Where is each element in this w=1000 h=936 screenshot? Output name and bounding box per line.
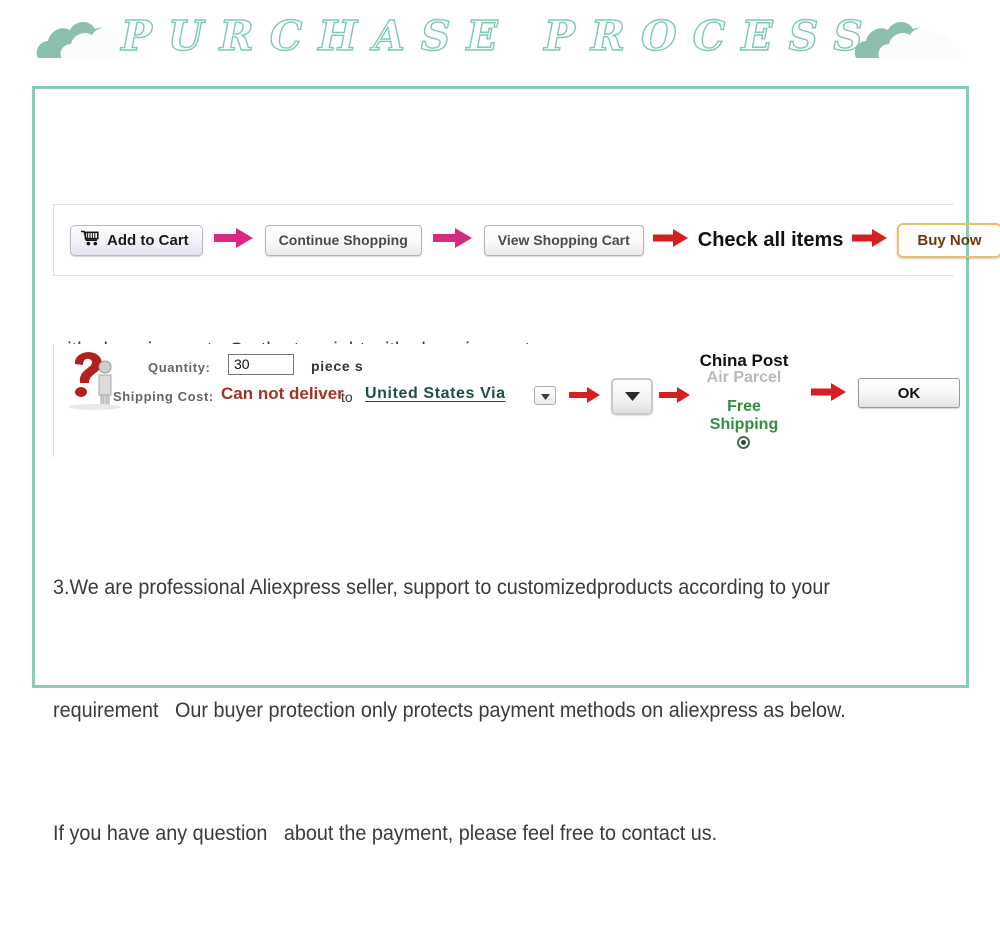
continue-shopping-button[interactable]: Continue Shopping — [264, 224, 422, 256]
arrow-red-4 — [659, 386, 691, 409]
cart-flow-screenshot: Add to Cart Continue Shopping View Shopp… — [53, 204, 1000, 276]
shipping-carrier-subtitle: Air Parcel — [706, 369, 782, 386]
cloud-decoration-right — [850, 14, 968, 62]
quantity-input[interactable]: 30 — [228, 354, 294, 375]
view-shopping-cart-button[interactable]: View Shopping Cart — [483, 224, 644, 256]
free-shipping-label: Free Shipping — [709, 398, 779, 433]
buy-now-label: Buy Now — [917, 231, 982, 249]
cannot-deliver-text: Can not deliver — [221, 384, 344, 403]
step-3-line-1: 3.We are professional Aliexpress seller,… — [53, 575, 830, 599]
shipping-method-dropdown[interactable] — [611, 378, 653, 415]
buy-now-button[interactable]: Buy Now — [897, 222, 1000, 258]
to-text: to — [341, 389, 353, 405]
check-all-items-label: Check all items — [697, 228, 844, 251]
step-3-text: 3.We are professional Aliexpress seller,… — [53, 485, 881, 936]
continue-shopping-label: Continue Shopping — [278, 232, 408, 248]
arrow-pink-1 — [213, 227, 254, 254]
shipping-flow-screenshot: Quantity: 30 piece s Shipping Cost: Can … — [53, 344, 960, 457]
step-3-line-3: If you have any question about the payme… — [53, 821, 718, 845]
page-title: PURCHASE PROCESS — [120, 12, 879, 60]
step-3-line-2: requirement Our buyer protection only pr… — [53, 698, 846, 722]
country-via-link[interactable]: United States Via — [365, 385, 506, 403]
content-panel: 1.please click "view my store" or "view … — [32, 86, 1000, 845]
chevron-down-icon — [624, 388, 640, 406]
radio-selected-icon[interactable] — [737, 436, 750, 449]
shopping-cart-icon — [80, 230, 100, 250]
arrow-red-3 — [569, 386, 601, 409]
chevron-down-icon — [540, 387, 550, 405]
view-shopping-cart-label: View Shopping Cart — [497, 232, 630, 248]
shipping-carrier-title: China Post — [699, 351, 789, 370]
divider-left — [53, 204, 54, 276]
add-to-cart-label: Add to Cart — [107, 231, 189, 249]
question-mark-figure-icon — [65, 350, 123, 417]
arrow-red-2 — [852, 228, 888, 253]
shipping-cost-label: Shipping Cost: — [113, 389, 214, 404]
quantity-unit-label: piece s — [311, 358, 364, 374]
arrow-red-5 — [811, 382, 847, 407]
ok-button[interactable]: OK — [858, 378, 960, 408]
country-dropdown-small[interactable] — [534, 386, 556, 405]
page-header: PURCHASE PROCESS — [0, 0, 1000, 86]
arrow-red-1 — [652, 228, 689, 253]
add-to-cart-button[interactable]: Add to Cart — [70, 224, 203, 256]
quantity-label: Quantity: — [148, 360, 211, 375]
ok-button-label: OK — [897, 384, 921, 402]
arrow-pink-2 — [432, 227, 473, 254]
